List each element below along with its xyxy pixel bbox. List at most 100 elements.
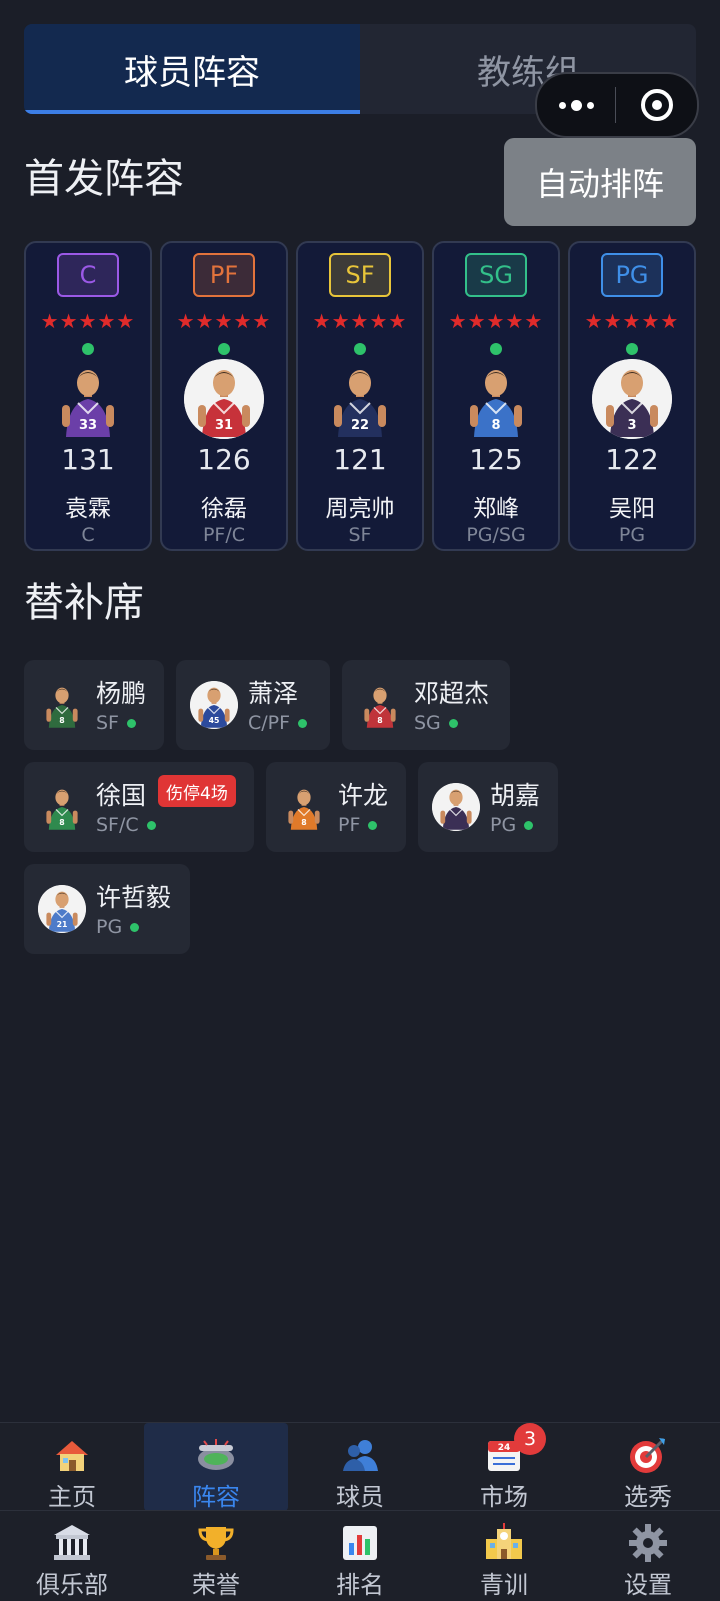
bench-player-card[interactable]: 8 徐国 SF/C 伤停4场: [24, 762, 254, 852]
nav-label: 阵容: [192, 1483, 240, 1511]
nav-item-target[interactable]: 选秀: [576, 1423, 720, 1511]
player-avatar: 33: [48, 359, 128, 439]
notification-badge: 3: [514, 1423, 546, 1455]
position-badge: PG: [601, 253, 663, 297]
starter-card[interactable]: SF ★★★★★ 22 121 周亮帅 SF: [296, 241, 424, 551]
svg-text:45: 45: [209, 716, 220, 725]
player-name: 周亮帅: [325, 496, 395, 522]
player-position: SF/C: [96, 814, 156, 836]
miniprogram-capsule: [535, 72, 699, 138]
nav-label: 俱乐部: [36, 1571, 108, 1599]
bench-player-card[interactable]: 胡嘉 PG: [418, 762, 558, 852]
position-badge: SF: [329, 253, 391, 297]
player-avatar: 8: [456, 359, 536, 439]
nav-label: 排名: [336, 1571, 384, 1599]
player-avatar: 8: [38, 681, 86, 729]
nav-item-gear[interactable]: 设置: [576, 1511, 720, 1601]
nav-item-people[interactable]: 球员: [288, 1423, 432, 1511]
player-position: PG: [96, 916, 140, 938]
nav-label: 设置: [624, 1571, 672, 1599]
player-avatar: 31: [184, 359, 264, 439]
player-avatar: [432, 783, 480, 831]
starter-card[interactable]: SG ★★★★★ 8 125 郑峰 PG/SG: [432, 241, 560, 551]
player-position: C: [81, 524, 95, 546]
more-icon[interactable]: [537, 74, 615, 136]
nav-label: 青训: [480, 1571, 528, 1599]
star-rating: ★★★★★: [312, 309, 408, 333]
player-name: 吴阳: [609, 496, 655, 522]
player-name: 徐磊: [201, 496, 247, 522]
starter-card[interactable]: C ★★★★★ 33 131 袁霖 C: [24, 241, 152, 551]
position-text: SF/C: [96, 814, 139, 836]
starter-card[interactable]: PF ★★★★★ 31 126 徐磊 PF/C: [160, 241, 288, 551]
status-dot: [490, 343, 502, 355]
player-position: C/PF: [248, 712, 308, 734]
player-avatar: 8: [38, 783, 86, 831]
nav-item-school[interactable]: 青训: [432, 1511, 576, 1601]
player-position: SF: [96, 712, 136, 734]
bottom-nav-primary: 主页 阵容 球员 24 市场 3 选秀: [0, 1422, 720, 1511]
player-name: 萧泽: [248, 679, 299, 708]
bench-player-card[interactable]: 8 许龙 PF: [266, 762, 406, 852]
nav-item-classical-building[interactable]: 俱乐部: [0, 1511, 144, 1601]
status-dot: [524, 821, 534, 830]
status-dot: [127, 719, 136, 728]
bench-player-card[interactable]: 45 萧泽 C/PF: [176, 660, 330, 750]
bench-row: 8 杨鹏 SF 45 萧泽 C/PF 8 邓超杰 SG: [24, 660, 510, 750]
position-text: SF: [96, 712, 119, 734]
player-rating: 121: [333, 443, 387, 476]
bench-row: 21 许哲毅 PG: [24, 864, 190, 954]
status-dot: [298, 719, 308, 728]
status-dot: [368, 821, 378, 830]
player-avatar: 3: [592, 359, 672, 439]
svg-text:8: 8: [59, 818, 64, 827]
player-name: 袁霖: [65, 496, 111, 522]
player-name: 许哲毅: [96, 883, 172, 912]
auto-lineup-button[interactable]: 自动排阵: [504, 138, 696, 226]
nav-item-house[interactable]: 主页: [0, 1423, 144, 1511]
position-text: C/PF: [248, 712, 291, 734]
close-target-icon[interactable]: [616, 89, 697, 121]
star-rating: ★★★★★: [176, 309, 272, 333]
status-dot: [82, 343, 94, 355]
svg-text:8: 8: [491, 418, 500, 433]
position-badge: C: [57, 253, 119, 297]
player-name: 胡嘉: [490, 781, 541, 810]
star-rating: ★★★★★: [40, 309, 136, 333]
target-icon: [626, 1433, 670, 1477]
player-position: PF/C: [202, 524, 246, 546]
bench-player-card[interactable]: 21 许哲毅 PG: [24, 864, 190, 954]
status-dot: [626, 343, 638, 355]
svg-text:22: 22: [351, 418, 369, 433]
svg-text:8: 8: [301, 818, 306, 827]
player-rating: 126: [197, 443, 251, 476]
star-rating: ★★★★★: [448, 309, 544, 333]
svg-text:33: 33: [79, 418, 97, 433]
nav-item-bar-chart[interactable]: 排名: [288, 1511, 432, 1601]
gear-icon: [626, 1521, 670, 1565]
tab-roster[interactable]: 球员阵容: [24, 24, 360, 114]
player-position: PG/SG: [466, 524, 526, 546]
player-name: 邓超杰: [414, 679, 490, 708]
starter-card[interactable]: PG ★★★★★ 3 122 吴阳 PG: [568, 241, 696, 551]
nav-item-stadium[interactable]: 阵容: [144, 1423, 288, 1511]
bench-player-card[interactable]: 8 杨鹏 SF: [24, 660, 164, 750]
player-avatar: 8: [356, 681, 404, 729]
starters-row: C ★★★★★ 33 131 袁霖 C PF ★★★★★ 31 126 徐磊 PF/C SF ★★★★★ 2…: [24, 241, 696, 553]
svg-text:3: 3: [627, 418, 636, 433]
player-rating: 125: [469, 443, 523, 476]
position-text: PF: [338, 814, 361, 836]
svg-text:24: 24: [498, 1443, 511, 1453]
nav-label: 主页: [48, 1483, 96, 1511]
nav-item-trophy[interactable]: 荣誉: [144, 1511, 288, 1601]
player-name: 杨鹏: [96, 679, 147, 708]
player-avatar: 8: [280, 783, 328, 831]
nav-label: 市场: [480, 1483, 528, 1511]
classical-building-icon: [50, 1521, 94, 1565]
nav-item-calendar[interactable]: 24 市场 3: [432, 1423, 576, 1511]
svg-text:8: 8: [377, 716, 382, 725]
bench-player-card[interactable]: 8 邓超杰 SG: [342, 660, 510, 750]
player-position: PF: [338, 814, 378, 836]
position-text: PG: [96, 916, 123, 938]
player-position: PG: [618, 524, 646, 546]
